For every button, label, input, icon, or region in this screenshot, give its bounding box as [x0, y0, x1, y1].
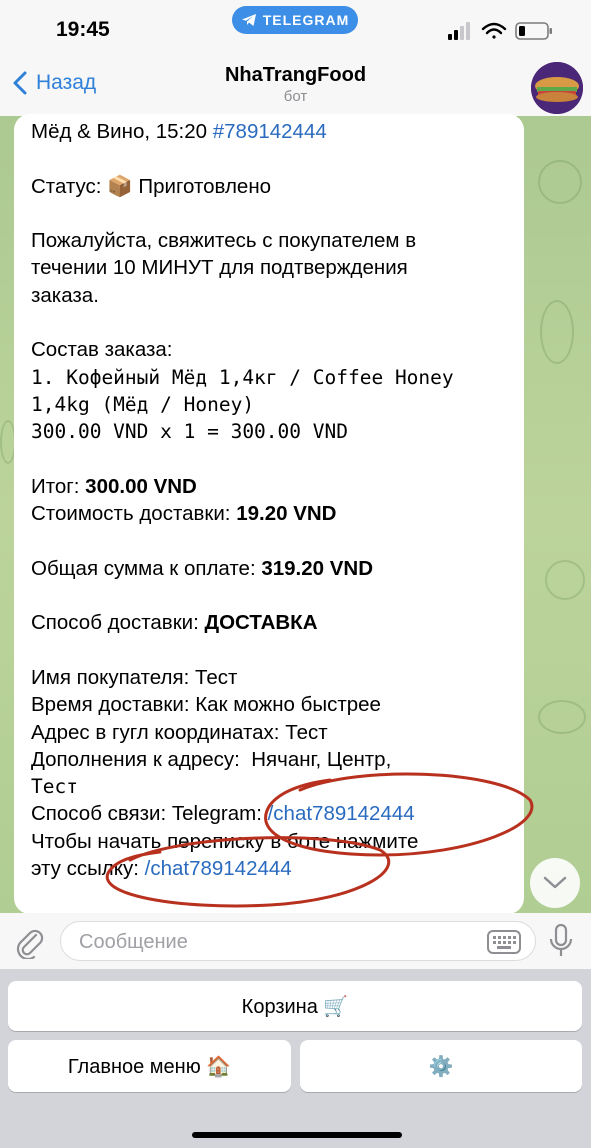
message-bubble: Мёд & Вино, 15:20 #789142444 Статус: 📦 П…	[14, 114, 524, 914]
notice-line: течении 10 МИНУТ для подтверждения	[31, 256, 408, 280]
paperclip-icon[interactable]	[12, 925, 46, 959]
chevron-down-icon	[543, 876, 567, 889]
shop-and-time: Мёд & Вино, 15:20	[31, 120, 213, 143]
composer	[0, 913, 591, 969]
chat-hint-link[interactable]: /chat789142444	[145, 857, 292, 880]
microphone-icon[interactable]	[548, 923, 574, 959]
message-input[interactable]	[77, 922, 481, 962]
chat-hint-prefix: эту ссылку:	[31, 857, 145, 881]
notice-line: заказа.	[31, 283, 99, 307]
order-item-line: 1,4kg (Мёд / Honey)	[31, 392, 255, 416]
cart-button[interactable]: Корзина 🛒	[8, 981, 582, 1031]
settings-button[interactable]: ⚙️	[300, 1040, 582, 1092]
main-menu-button[interactable]: Главное меню 🏠	[8, 1040, 291, 1092]
delivery-cost-label: Стоимость доставки:	[31, 502, 237, 526]
contact-label: Способ связи: Telegram:	[31, 802, 268, 826]
wallpaper-doodle	[538, 160, 582, 204]
home-indicator	[192, 1132, 402, 1138]
delivery-cost-value: 19.20 VND	[236, 502, 337, 526]
notice-line: Пожалуйста, свяжитесь с покупателем в	[31, 229, 417, 253]
total-label: Итог:	[31, 474, 86, 498]
order-status: Статус: 📦 Приготовлено	[31, 174, 272, 198]
order-heading: Состав заказа:	[31, 338, 173, 362]
wallpaper-doodle	[545, 560, 585, 600]
grand-total-value: 319.20 VND	[261, 556, 374, 580]
wifi-icon	[481, 22, 507, 39]
battery-icon	[515, 22, 552, 40]
order-header-line: Мёд & Вино, 15:20 #789142444	[31, 118, 519, 145]
delivery-method-line: Способ доставки: ДОСТАВКА	[31, 609, 519, 636]
keyboard-icon[interactable]	[487, 930, 521, 954]
grand-total-line: Общая сумма к оплате: 319.20 VND	[31, 555, 519, 582]
address-extra: Дополнения к адресу: Нячанг, Центр,	[31, 747, 392, 771]
contact-line: Способ связи: Telegram: /chat789142444	[31, 800, 519, 827]
status-icons	[448, 22, 552, 40]
chat-header: Назад NhaTrangFood бот	[0, 60, 591, 116]
chat-title[interactable]: NhaTrangFood	[0, 64, 591, 87]
delivery-time: Время доставки: Как можно быстрее	[31, 693, 381, 717]
signal-icon	[448, 22, 470, 40]
telegram-pill[interactable]: TELEGRAM	[232, 6, 358, 34]
bot-avatar[interactable]	[531, 62, 583, 114]
delivery-method-value: ДОСТАВКА	[204, 611, 318, 635]
buyer-name: Имя покупателя: Тест	[31, 665, 238, 689]
wallpaper-doodle	[540, 300, 574, 364]
chat-hint-line: эту ссылку: /chat789142444	[31, 855, 519, 882]
status-bar: 19:45 TELEGRAM	[0, 0, 591, 60]
wallpaper-doodle	[538, 700, 586, 734]
order-item-line: 1. Кофейный Мёд 1,4кг / Coffee Honey	[31, 365, 454, 389]
delivery-cost-line: Стоимость доставки: 19.20 VND	[31, 500, 519, 527]
delivery-method-label: Способ доставки:	[31, 611, 205, 635]
sandwich-icon	[531, 62, 583, 114]
message-field[interactable]	[60, 921, 536, 962]
order-item-line: 300.00 VND x 1 = 300.00 VND	[31, 420, 348, 444]
clock: 19:45	[56, 18, 110, 41]
total-value: 300.00 VND	[85, 474, 197, 498]
scroll-down-button[interactable]	[530, 858, 580, 908]
address-extra: Тест	[31, 775, 78, 799]
chat-hint: Чтобы начать переписку в боте нажмите	[31, 829, 419, 853]
message-text: Мёд & Вино, 15:20 #789142444 Статус: 📦 П…	[31, 118, 519, 882]
paper-plane-icon	[241, 14, 256, 26]
bot-keyboard: Корзина 🛒 Главное меню 🏠 ⚙️	[0, 969, 591, 1148]
contact-chat-link[interactable]: /chat789142444	[268, 802, 415, 825]
order-number-link[interactable]: #789142444	[213, 120, 327, 143]
address: Адрес в гугл координатах: Тест	[31, 720, 328, 744]
total-line: Итог: 300.00 VND	[31, 473, 519, 500]
chat-subtitle: бот	[283, 88, 308, 105]
grand-total-label: Общая сумма к оплате:	[31, 556, 262, 580]
telegram-pill-label: TELEGRAM	[262, 12, 350, 28]
